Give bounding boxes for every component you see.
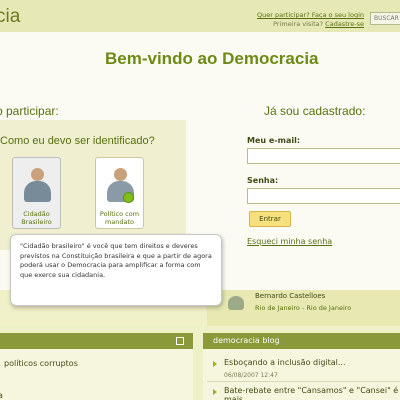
citizen-option[interactable]: Cidadão Brasileiro (12, 157, 61, 229)
bullet-arrow-icon (213, 389, 217, 395)
user-name[interactable]: Bernardo Castelloes (255, 292, 325, 300)
politician-option[interactable]: Político com mandato (95, 157, 144, 229)
participate-heading: o participar: (0, 104, 59, 118)
email-label: Meu e-mail: (247, 136, 301, 145)
password-field[interactable] (247, 188, 400, 204)
blog-post-link[interactable]: Bate-rebate entre "Cansamos" e "Cansei" … (224, 386, 400, 400)
page-title: Bem-vindo ao Democracia (105, 49, 319, 68)
check-badge-icon (123, 192, 134, 203)
search-button[interactable]: BUSCAR (370, 12, 400, 25)
register-link[interactable]: Cadastre-se (325, 20, 364, 28)
list-item[interactable]: políticos corruptos (4, 359, 78, 368)
expand-icon[interactable] (176, 337, 184, 345)
user-location: Rio de Janeiro - Rio de Janeiro (255, 304, 352, 312)
divider (207, 381, 400, 382)
politician-option-label: Político com mandato (99, 210, 140, 226)
enter-button[interactable]: Entrar (249, 211, 291, 227)
left-panel-header (0, 333, 193, 349)
site-logo[interactable]: cia (0, 6, 20, 28)
list-item[interactable]: a (0, 391, 3, 400)
blog-title: democracia blog (213, 336, 280, 345)
email-field[interactable] (247, 148, 400, 164)
user-avatar-icon (228, 296, 244, 310)
citizen-avatar-icon (24, 168, 51, 202)
password-label: Senha: (247, 176, 279, 185)
citizen-option-label: Cidadão Brasileiro (21, 210, 52, 226)
identify-question: Como eu devo ser identificado? (0, 135, 155, 147)
header-links: Quer participar? Faça o seu login Primei… (257, 11, 364, 29)
first-visit-text: Primeira visita? (273, 20, 324, 28)
citizen-tooltip: "Cidadão brasileiro" é você que tem dire… (10, 234, 222, 306)
blog-post-date: 06/08/2007 12:47 (224, 372, 278, 379)
forgot-password-link[interactable]: Esqueci minha senha (247, 237, 332, 246)
login-prompt-link[interactable]: Quer participar? Faça o seu login (257, 11, 364, 19)
bullet-arrow-icon (213, 361, 217, 367)
blog-post-link[interactable]: Esboçando a inclusão digital... (224, 358, 346, 367)
registered-heading: Já sou cadastrado: (264, 104, 366, 118)
